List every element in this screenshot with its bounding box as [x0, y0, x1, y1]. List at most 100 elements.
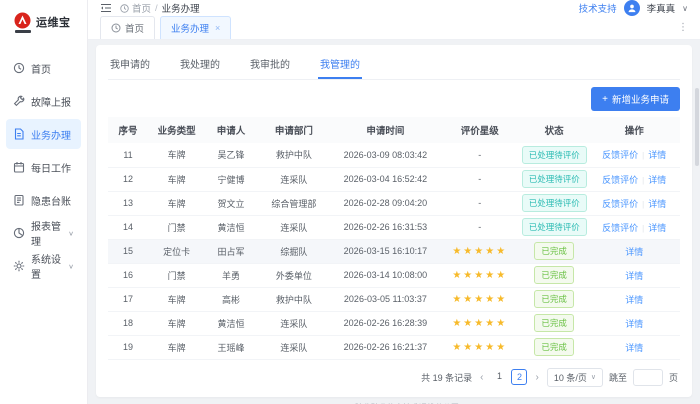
row-number: 11 — [108, 143, 148, 167]
column-header-申请人: 申请人 — [205, 117, 256, 143]
department: 综掘队 — [257, 239, 331, 263]
window-tab-业务办理[interactable]: 业务办理× — [160, 16, 231, 39]
operations-cell: 详情 — [588, 311, 680, 335]
operations-cell: 反馈评价|详情 — [588, 191, 680, 215]
sidebar-item-首页[interactable]: 首页 — [6, 53, 81, 83]
page-number-1[interactable]: 1 — [491, 369, 507, 385]
status-cell: 已完成 — [520, 311, 589, 335]
sidebar-item-故障上报[interactable]: 故障上报 — [6, 86, 81, 116]
window-tab-bar: 首页业务办理× ⋮ — [88, 16, 700, 40]
operation-link-反馈评价[interactable]: 反馈评价 — [602, 223, 638, 233]
operation-link-详情[interactable]: 详情 — [648, 223, 666, 233]
operations-cell: 反馈评价 | 详情 — [588, 167, 680, 191]
window-tab-首页[interactable]: 首页 — [100, 16, 155, 39]
apply-time: 2026-02-26 16:21:37 — [331, 335, 440, 359]
status-badge: 已处理待评价 — [522, 194, 587, 212]
row-number: 18 — [108, 311, 148, 335]
operation-link-详情[interactable]: 详情 — [625, 343, 643, 353]
operation-divider: | — [642, 224, 644, 233]
next-page-icon[interactable]: › — [533, 372, 540, 383]
apply-time: 2026-03-15 16:10:17 — [331, 239, 440, 263]
status-cell: 已完成 — [520, 263, 589, 287]
filter-tab-我审批的[interactable]: 我审批的 — [248, 49, 292, 79]
applicant: 黄洁恒 — [205, 311, 256, 335]
sidebar-item-label: 系统设置 — [31, 251, 62, 281]
close-icon[interactable]: × — [215, 23, 220, 33]
clock-icon — [111, 23, 121, 33]
rating-cell: ★★★★★ — [440, 239, 520, 263]
user-avatar[interactable] — [624, 0, 640, 16]
filter-tab-我申请的[interactable]: 我申请的 — [108, 49, 152, 79]
sidebar-item-每日工作[interactable]: 每日工作 — [6, 152, 81, 182]
filter-tab-我管理的[interactable]: 我管理的 — [318, 49, 362, 79]
page-number-2[interactable]: 2 — [511, 369, 527, 385]
vertical-scrollbar[interactable] — [695, 88, 699, 166]
breadcrumb-home[interactable]: 首页 — [120, 1, 151, 15]
applicant: 宁健博 — [205, 167, 256, 191]
operation-link-反馈评价[interactable]: 反馈评价 — [602, 150, 638, 160]
chevron-down-icon[interactable]: ∨ — [682, 4, 688, 13]
column-header-申请时间: 申请时间 — [331, 117, 440, 143]
applicant: 高彬 — [205, 287, 256, 311]
row-number: 12 — [108, 167, 148, 191]
status-badge: 已处理待评价 — [522, 170, 587, 188]
sidebar-item-业务办理[interactable]: 业务办理 — [6, 119, 81, 149]
operation-link-详情[interactable]: 详情 — [648, 199, 666, 209]
business-type: 车牌 — [148, 335, 205, 359]
table-body: 11车牌吴乙锋救护中队2026-03-09 08:03:42-已处理待评价反馈评… — [108, 143, 680, 359]
table-toolbar: + 新增业务申请 — [108, 80, 680, 117]
operation-link-详情[interactable]: 详情 — [625, 319, 643, 329]
operation-divider: | — [642, 151, 644, 160]
operation-divider: | — [642, 176, 644, 185]
business-type: 门禁 — [148, 263, 205, 287]
sidebar-item-隐患台账[interactable]: 隐患台账 — [6, 185, 81, 215]
filter-tab-我处理的[interactable]: 我处理的 — [178, 49, 222, 79]
calendar-icon — [13, 161, 25, 173]
status-badge: 已完成 — [534, 290, 574, 308]
menu-fold-icon[interactable] — [100, 3, 112, 13]
applicant: 羊勇 — [205, 263, 256, 287]
operation-link-详情[interactable]: 详情 — [625, 247, 643, 257]
topbar: 首页 / 业务办理 技术支持 李真真 ∨ — [88, 0, 700, 16]
status-cell: 已完成 — [520, 287, 589, 311]
column-header-业务类型: 业务类型 — [148, 117, 205, 143]
username[interactable]: 李真真 — [647, 1, 676, 15]
jump-label: 跳至 — [609, 371, 627, 384]
rating-cell: - — [440, 143, 520, 167]
add-business-request-button[interactable]: + 新增业务申请 — [591, 87, 680, 111]
tech-support-link[interactable]: 技术支持 — [579, 1, 617, 15]
prev-page-icon[interactable]: ‹ — [478, 372, 485, 383]
department: 救护中队 — [257, 287, 331, 311]
department: 连采队 — [257, 215, 331, 239]
status-cell: 已完成 — [520, 335, 589, 359]
sidebar-item-报表管理[interactable]: 报表管理∨ — [6, 218, 81, 248]
operation-link-详情[interactable]: 详情 — [625, 271, 643, 281]
column-header-评价星级: 评价星级 — [440, 117, 520, 143]
jump-page-input[interactable] — [633, 369, 663, 386]
business-type: 门禁 — [148, 215, 205, 239]
row-number: 17 — [108, 287, 148, 311]
page-size-select[interactable]: 10 条/页 ∨ — [547, 368, 603, 387]
operation-link-详情[interactable]: 详情 — [625, 295, 643, 305]
sidebar-item-系统设置[interactable]: 系统设置∨ — [6, 251, 81, 281]
wrench-icon — [13, 95, 25, 107]
row-number: 13 — [108, 191, 148, 215]
column-header-申请部门: 申请部门 — [257, 117, 331, 143]
table-header-row: 序号业务类型申请人申请部门申请时间评价星级状态操作 — [108, 117, 680, 143]
app-name: 运维宝 — [36, 14, 71, 30]
pie-chart-icon — [13, 227, 25, 239]
column-header-状态: 状态 — [520, 117, 589, 143]
department: 外委单位 — [257, 263, 331, 287]
operation-link-详情[interactable]: 详情 — [648, 175, 666, 185]
operation-link-详情[interactable]: 详情 — [648, 150, 666, 160]
table-row: 18车牌黄洁恒连采队2026-02-26 16:28:39★★★★★已完成详情 — [108, 311, 680, 335]
table-row: 11车牌吴乙锋救护中队2026-03-09 08:03:42-已处理待评价反馈评… — [108, 143, 680, 167]
rating-cell: - — [440, 215, 520, 239]
topbar-right: 技术支持 李真真 ∨ — [579, 0, 688, 16]
operation-link-反馈评价[interactable]: 反馈评价 — [602, 175, 638, 185]
department: 连采队 — [257, 167, 331, 191]
status-badge: 已处理待评价 — [522, 218, 587, 236]
tab-options-icon[interactable]: ⋮ — [678, 22, 688, 33]
operation-link-反馈评价[interactable]: 反馈评价 — [602, 199, 638, 209]
operations-cell: 详情 — [588, 239, 680, 263]
